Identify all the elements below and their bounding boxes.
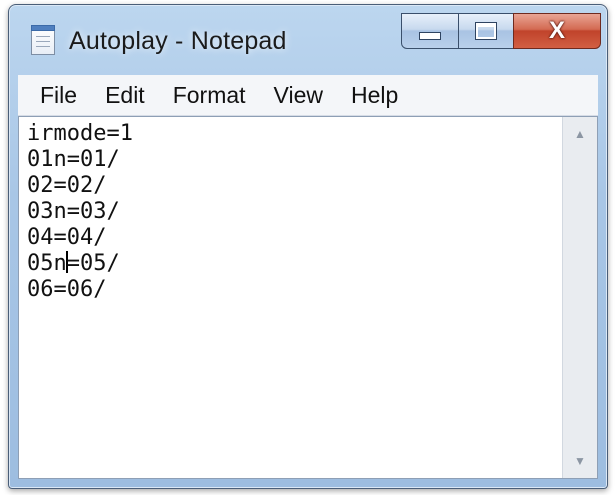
window-title: Autoplay - Notepad [69,27,287,55]
vertical-scrollbar[interactable]: ▲ ▼ [562,117,597,478]
editor-line: 01n=01/ [27,147,120,172]
scroll-down-icon[interactable]: ▼ [563,444,597,478]
menu-format[interactable]: Format [173,82,246,109]
editor-line: 03n=03/ [27,199,120,224]
minimize-icon [419,32,441,40]
editor-line: irmode=1 [27,121,133,146]
menu-bar: File Edit Format View Help [18,75,598,116]
maximize-button[interactable] [458,13,514,49]
editor-line: 06=06/ [27,277,107,302]
minimize-button[interactable] [401,13,459,49]
editor-line: 02=02/ [27,173,107,198]
menu-view[interactable]: View [274,82,323,109]
editor-line: 05n=05/ [27,251,120,276]
menu-file[interactable]: File [40,82,77,109]
notepad-icon[interactable] [31,25,55,55]
maximize-icon [475,22,497,40]
editor-line: 04=04/ [27,225,107,250]
scroll-up-icon[interactable]: ▲ [563,117,597,151]
menu-edit[interactable]: Edit [105,82,145,109]
editor-text-area[interactable]: irmode=1 01n=01/02=02/03n=03/04=04/05n=05… [27,121,557,474]
text-editor[interactable]: irmode=1 01n=01/02=02/03n=03/04=04/05n=05… [18,116,598,479]
close-icon: X [548,17,565,44]
close-button[interactable]: X [513,13,601,49]
menu-help[interactable]: Help [351,82,398,109]
title-bar[interactable]: Autoplay - Notepad X [9,5,607,73]
notepad-window: Autoplay - Notepad X File Edit Format Vi… [8,4,608,489]
